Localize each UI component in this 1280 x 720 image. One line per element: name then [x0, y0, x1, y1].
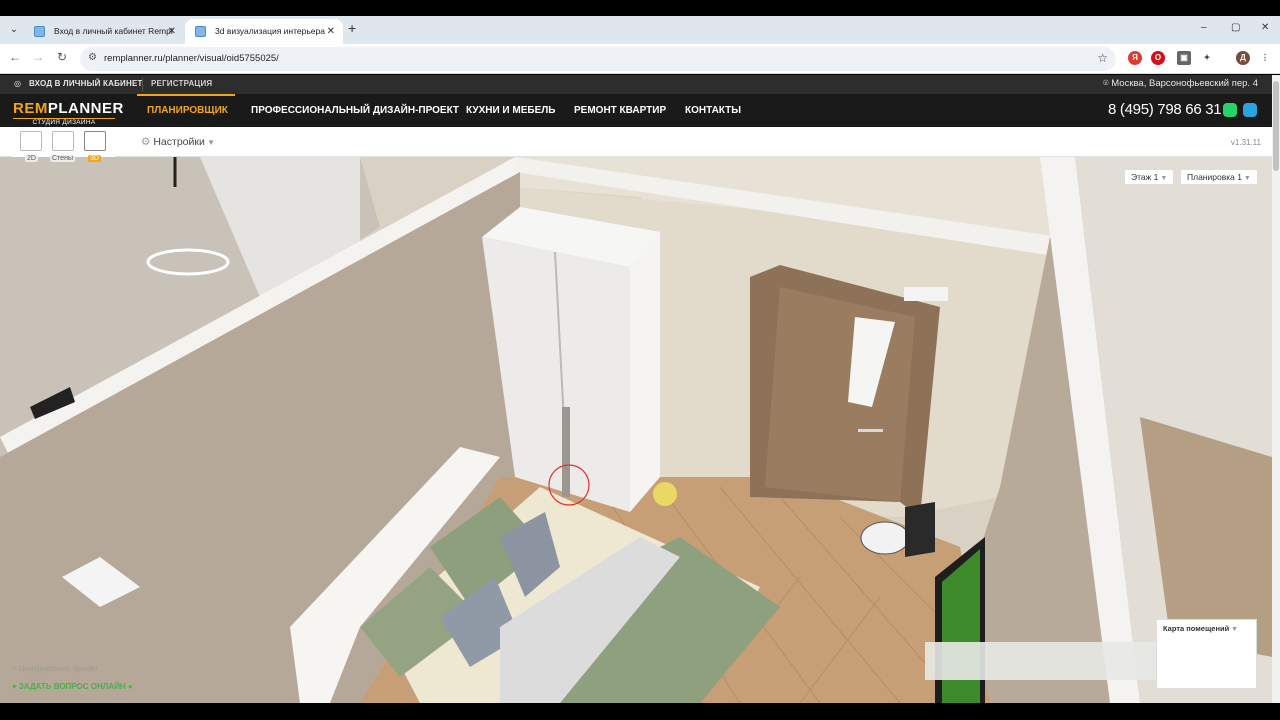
nav-contacts[interactable]: КОНТАКТЫ	[685, 105, 741, 116]
opera-extension-icon[interactable]: O	[1151, 51, 1165, 65]
view-walls-label: Стены	[50, 155, 75, 162]
door-panel	[765, 287, 915, 502]
nav-renovation[interactable]: РЕМОНТ КВАРТИР	[574, 105, 666, 116]
view-walls-button[interactable]	[52, 131, 74, 151]
room-map-header[interactable]: Карта помещений ▼	[1157, 620, 1256, 637]
tab-strip: ⌄ Вход в личный кабинет Rempl ✕ 3d визуа…	[0, 16, 1280, 44]
close-tab-icon[interactable]: ✕	[168, 19, 176, 44]
floor-select[interactable]: Этаж 1 ▼	[1124, 169, 1175, 185]
divider	[142, 78, 143, 91]
bookmark-star-icon[interactable]: ☆	[1097, 51, 1108, 65]
wardrobe-side	[630, 232, 660, 512]
profile-avatar[interactable]: Д	[1236, 51, 1250, 65]
off-extension-icon[interactable]: ▣	[1177, 51, 1191, 65]
center-project-label: Центрировать проект	[18, 664, 99, 673]
view-2d-button[interactable]	[20, 131, 42, 151]
view-mode-switcher: 2D Стены 3D	[11, 128, 115, 162]
maximize-button[interactable]: ▢	[1231, 22, 1240, 33]
user-icon: ◎	[14, 79, 22, 88]
logo-brand-a: REM	[13, 100, 48, 117]
ask-online-button[interactable]: ⌖ ЗАДАТЬ ВОПРОС ОНЛАЙН ●	[12, 682, 133, 692]
office-address[interactable]: ⌾ Москва, Варсонофьевский пер. 4	[1103, 78, 1258, 89]
screen: ⌄ Вход в личный кабинет Rempl ✕ 3d визуа…	[0, 0, 1280, 720]
online-status-dot: ●	[125, 682, 133, 691]
robot-vacuum	[860, 521, 910, 555]
phone-number[interactable]: 8 (495) 798 66 31	[1108, 101, 1222, 118]
nav-kitchens[interactable]: КУХНИ И МЕБЕЛЬ	[466, 105, 555, 116]
chat-icon: ⌖	[12, 682, 19, 691]
tab-search-icon[interactable]: ⌄	[6, 22, 22, 38]
yandex-extension-icon[interactable]: Я	[1128, 51, 1142, 65]
chevron-down-icon: ▼	[1241, 175, 1251, 182]
3d-room-render[interactable]	[0, 157, 1272, 703]
chevron-down-icon: ▼	[1158, 175, 1168, 182]
tab-title: Вход в личный кабинет Rempl	[54, 26, 173, 36]
ask-online-label: ЗАДАТЬ ВОПРОС ОНЛАЙН	[18, 682, 126, 691]
nav-planner[interactable]: ПЛАНИРОВЩИК	[147, 105, 228, 116]
forward-icon[interactable]: →	[29, 50, 47, 64]
vacuum-dock	[905, 502, 935, 557]
cursor-highlight	[653, 482, 677, 506]
site-logo[interactable]: REMPLANNER СТУДИЯ ДИЗАЙНА	[13, 100, 123, 126]
logo-brand-b: PLANNER	[47, 100, 124, 117]
chevron-down-icon: ▼	[204, 138, 215, 147]
chevron-down-icon: ▼	[1229, 626, 1239, 633]
main-navigation: REMPLANNER СТУДИЯ ДИЗАЙНА ПЛАНИРОВЩИК ПР…	[0, 94, 1272, 127]
planner-toolbar: ⚙ Настройки ▼ v1.31.11	[0, 127, 1272, 157]
view-2d-label: 2D	[25, 155, 38, 162]
version-label: v1.31.11	[1230, 138, 1261, 147]
wardrobe-handle	[562, 407, 570, 497]
wall-light	[904, 287, 948, 301]
minimize-button[interactable]: –	[1201, 22, 1207, 33]
favicon-icon	[195, 26, 206, 37]
view-3d-button[interactable]	[84, 131, 106, 151]
register-link[interactable]: РЕГИСТРАЦИЯ	[151, 79, 212, 88]
view-3d-label: 3D	[88, 155, 101, 162]
active-nav-indicator	[137, 94, 235, 96]
address-text: Москва, Варсонофьевский пер. 4	[1111, 78, 1258, 89]
floor-select-label: Этаж 1	[1131, 172, 1159, 182]
address-bar[interactable]: ⚙ remplanner.ru/planner/visual/oid575502…	[80, 47, 1116, 71]
nav-design-project[interactable]: ПРОФЕССИОНАЛЬНЫЙ ДИЗАЙН-ПРОЕКТ	[251, 105, 459, 116]
logo-tagline: СТУДИЯ ДИЗАЙНА	[13, 118, 115, 126]
center-icon: ⌖	[12, 664, 19, 673]
menu-dots-icon[interactable]: ⋮	[1258, 51, 1272, 65]
telegram-icon[interactable]	[1243, 103, 1257, 117]
login-link[interactable]: ВХОД В ЛИЧНЫЙ КАБИНЕТ	[29, 79, 143, 88]
layout-select[interactable]: Планировка 1 ▼	[1180, 169, 1258, 185]
tab-title: 3d визуализация интерьера	[215, 26, 325, 36]
whatsapp-icon[interactable]	[1223, 103, 1237, 117]
close-tab-icon[interactable]: ✕	[327, 19, 335, 44]
extensions-puzzle-icon[interactable]: ✦	[1200, 51, 1214, 65]
back-icon[interactable]: ←	[6, 50, 24, 64]
favicon-icon	[34, 26, 45, 37]
reload-icon[interactable]: ↻	[53, 50, 71, 64]
site-topbar: ◎ ВХОД В ЛИЧНЫЙ КАБИНЕТ РЕГИСТРАЦИЯ ⌾ Мо…	[0, 75, 1272, 94]
browser-toolbar: ← → ↻ ⚙ remplanner.ru/planner/visual/oid…	[0, 44, 1280, 74]
url-text[interactable]: remplanner.ru/planner/visual/oid5755025/	[104, 53, 279, 64]
close-window-button[interactable]: ✕	[1261, 22, 1269, 33]
scrollbar-thumb[interactable]	[1273, 81, 1279, 171]
site-info-icon[interactable]: ⚙	[88, 52, 97, 63]
page-scrollbar[interactable]	[1272, 75, 1280, 703]
room-map-panel[interactable]: Карта помещений ▼	[1156, 619, 1257, 689]
tab-3d-visualization[interactable]: 3d визуализация интерьера ✕	[185, 19, 343, 44]
settings-menu[interactable]: ⚙ Настройки ▼	[141, 136, 215, 148]
tab-login[interactable]: Вход в личный кабинет Rempl ✕	[24, 19, 184, 44]
room-map-label: Карта помещений	[1163, 624, 1230, 633]
settings-label: Настройки	[153, 136, 205, 148]
gear-icon: ⚙	[141, 136, 154, 148]
layout-select-label: Планировка 1	[1187, 172, 1242, 182]
door-handle	[858, 429, 883, 432]
new-tab-button[interactable]: +	[348, 20, 356, 36]
3d-viewport[interactable]: Этаж 1 ▼ Планировка 1 ▼ Карта помещений …	[0, 157, 1272, 703]
center-project-button[interactable]: ⌖ Центрировать проект	[12, 664, 98, 674]
